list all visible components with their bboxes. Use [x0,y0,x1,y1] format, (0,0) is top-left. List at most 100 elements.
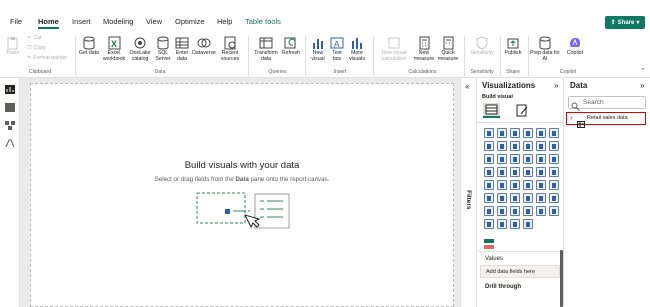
chevron-right-icon[interactable]: › [570,113,573,122]
transform-data-label: Transform data [254,50,278,62]
text-box-button[interactable]: A Text box [328,36,346,62]
visual-type-icon[interactable] [549,128,559,138]
visual-type-icon[interactable] [484,141,494,151]
get-data-button[interactable]: Get data [78,36,100,56]
collapse-viz-icon[interactable]: » [554,81,558,90]
onelake-catalog-button[interactable]: OneLake catalog [127,36,153,62]
report-view-icon[interactable] [4,82,16,94]
prep-data-for-ai-button[interactable]: Prep data for AI [530,36,560,62]
menu-view[interactable]: View [146,17,162,26]
visual-type-icon[interactable] [549,141,559,151]
visual-type-icon[interactable] [497,180,507,190]
visual-type-icon[interactable] [536,206,546,216]
ribbon-divider [464,36,465,76]
visual-type-icon[interactable] [484,180,494,190]
visual-type-icon[interactable] [523,206,533,216]
more-options-icon[interactable]: ··· [484,218,492,227]
fields-well-icon[interactable] [484,236,494,249]
visual-type-icon[interactable] [497,219,507,229]
menu-file[interactable]: File [10,17,22,26]
paste-button[interactable]: Paste [4,36,22,56]
transform-data-button[interactable]: Transform data [252,36,280,62]
visual-type-icon[interactable] [549,167,559,177]
quick-measure-button[interactable]: Quick measure [436,36,460,62]
visual-type-icon[interactable] [536,180,546,190]
add-data-fields-dropzone[interactable]: Add data fields here [480,265,560,278]
visual-type-icon[interactable] [536,154,546,164]
visual-type-icon[interactable] [549,180,559,190]
visual-type-icon[interactable] [484,128,494,138]
visual-type-icon[interactable] [536,167,546,177]
visual-type-icon[interactable] [510,180,520,190]
visual-type-icon[interactable] [497,141,507,151]
visual-type-icon[interactable] [484,167,494,177]
enter-data-button[interactable]: Enter data [173,36,191,62]
visual-type-icon[interactable] [484,154,494,164]
visual-type-icon[interactable] [536,193,546,203]
menu-help[interactable]: Help [217,17,232,26]
share-label: Share [617,19,635,26]
collapse-filters-icon[interactable]: « [465,82,469,91]
text-box-label: Text box [332,50,342,62]
visual-type-icon[interactable] [523,141,533,151]
visual-type-icon[interactable] [497,167,507,177]
visual-type-icon[interactable] [510,206,520,216]
publish-button[interactable]: Publish [502,36,524,56]
sql-server-button[interactable]: SQL Server [153,36,173,62]
visual-type-icon[interactable] [523,219,533,229]
visual-type-icon[interactable] [497,154,507,164]
visual-type-icon[interactable] [549,206,559,216]
report-canvas[interactable]: Build visuals with your data Select or d… [30,83,454,307]
visual-type-icon[interactable] [510,141,520,151]
visual-type-icon[interactable] [549,154,559,164]
filters-label: Filters [465,190,472,210]
visual-type-icon[interactable] [549,193,559,203]
collapse-data-icon[interactable]: » [640,81,644,90]
menu-table-tools[interactable]: Table tools [245,17,281,26]
dax-query-view-icon[interactable] [4,136,16,148]
menu-home[interactable]: Home [38,17,59,29]
collapse-ribbon-icon[interactable]: ⌃ [640,67,646,75]
copy-button[interactable]: ❐ Copy [27,45,46,51]
format-painter-button[interactable]: ✎ Format painter [27,55,67,61]
visual-type-icon[interactable] [510,128,520,138]
visual-type-icon[interactable] [510,193,520,203]
visual-type-icon[interactable] [510,154,520,164]
visual-type-icon[interactable] [523,193,533,203]
visual-type-icon[interactable] [510,167,520,177]
menu-insert[interactable]: Insert [72,17,91,26]
build-visual-tab[interactable] [483,103,500,118]
menu-modeling[interactable]: Modeling [103,17,133,26]
visual-type-icon[interactable] [523,180,533,190]
sensitivity-button[interactable]: Sensitivity [468,36,496,56]
share-button[interactable]: ⇪ Share ▾ [605,16,645,29]
onelake-label: OneLake catalog [129,50,151,62]
visual-type-icon[interactable] [497,128,507,138]
visual-type-icon[interactable] [497,206,507,216]
new-visual-button[interactable]: New visual [308,36,328,62]
filters-pane[interactable]: « Filters [460,78,476,307]
copilot-button[interactable]: Copilot [562,36,588,56]
cut-button[interactable]: ✂ Cut [27,35,41,41]
format-visual-tab[interactable] [515,104,529,117]
refresh-button[interactable]: Refresh [280,36,302,56]
new-measure-button[interactable]: New measure [413,36,435,62]
visual-type-icon[interactable] [497,193,507,203]
visual-type-icon[interactable] [484,193,494,203]
dataverse-button[interactable]: Dataverse [191,36,217,56]
model-view-icon[interactable] [4,118,16,130]
menu-optimize[interactable]: Optimize [175,17,205,26]
excel-workbook-button[interactable]: X Excel workbook [101,36,127,62]
visual-type-icon[interactable] [484,206,494,216]
recent-sources-button[interactable]: Recent sources [217,36,243,62]
table-view-icon[interactable] [4,100,16,112]
visual-type-icon[interactable] [536,141,546,151]
visual-type-icon[interactable] [536,128,546,138]
visual-type-icon[interactable] [523,128,533,138]
visual-type-icon[interactable] [523,167,533,177]
visual-type-icon[interactable] [510,219,520,229]
more-visuals-button[interactable]: More visuals [346,36,368,62]
viz-scrollbar[interactable] [560,250,563,307]
new-visual-calculation-button[interactable]: New visual calculation [376,36,412,62]
visual-type-icon[interactable] [523,154,533,164]
